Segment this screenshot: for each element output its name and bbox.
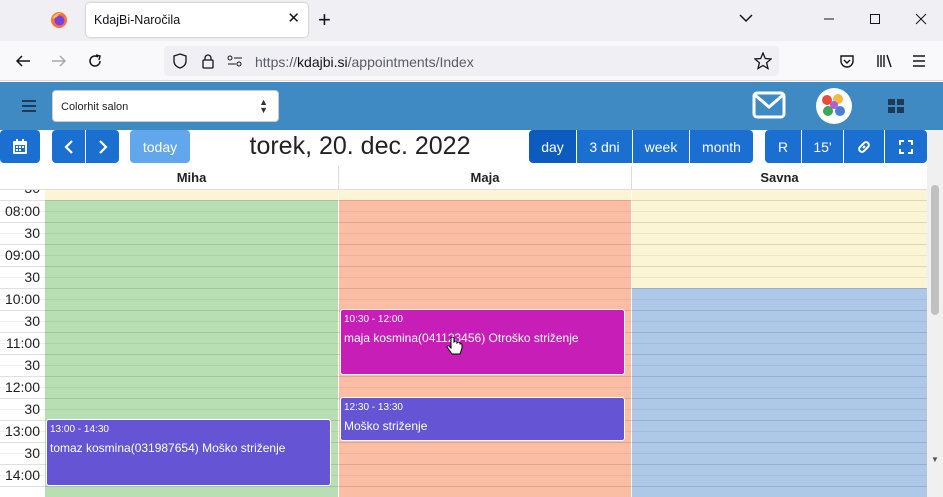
time-label: 11:00 xyxy=(6,335,40,351)
grid-slot-line xyxy=(0,299,927,300)
app-header: Colorhit salon ▲ ▼ xyxy=(0,82,943,130)
time-label: 12:00 xyxy=(4,379,40,395)
time-label: 30 xyxy=(0,190,40,196)
time-label: 30 xyxy=(24,269,40,285)
tab-title: KdajBi-Naročila xyxy=(94,13,181,27)
scroll-down-icon[interactable]: ▼ xyxy=(931,455,939,464)
permissions-icon[interactable] xyxy=(226,53,244,74)
time-label: 14:00 xyxy=(4,467,40,483)
new-tab-icon[interactable]: + xyxy=(318,7,331,33)
url-bar[interactable]: https://kdajbi.si/appointments/Index xyxy=(164,46,779,76)
close-window-icon[interactable] xyxy=(910,8,932,30)
time-label: 08:00 xyxy=(4,203,40,219)
time-label: 30 xyxy=(24,357,40,373)
column-miha-offhours xyxy=(45,190,338,200)
time-label: 30 xyxy=(24,225,40,241)
reload-icon[interactable] xyxy=(84,50,106,72)
appointment-event[interactable]: 10:30 - 12:00 maja kosmina(041123456) Ot… xyxy=(340,309,625,375)
column-header-maja: Maja xyxy=(470,170,500,185)
grid-slot-line xyxy=(0,277,927,278)
grid-slot-line xyxy=(0,376,927,377)
browser-nav-bar: https://kdajbi.si/appointments/Index xyxy=(0,41,943,81)
time-label: 30 xyxy=(24,313,40,329)
slot-duration-button[interactable]: 15' xyxy=(802,130,843,163)
forward-icon[interactable] xyxy=(48,50,70,72)
time-label: 13:00 xyxy=(4,423,40,439)
grid-slot-line xyxy=(0,222,927,223)
chevron-down-icon[interactable] xyxy=(738,10,754,26)
event-title: tomaz kosmina(031987654) Moško striženje xyxy=(50,441,286,455)
r-button[interactable]: R xyxy=(765,130,801,163)
event-time: 10:30 - 12:00 xyxy=(344,314,403,325)
column-header-miha: Miha xyxy=(176,170,207,185)
select-caret-icon: ▲ ▼ xyxy=(259,97,268,115)
resource-headers: Miha Maja Savna xyxy=(0,166,927,190)
time-label: 30 xyxy=(24,401,40,417)
grid-slot-line xyxy=(0,288,927,289)
scrollbar-thumb[interactable] xyxy=(931,185,939,315)
view-day-button[interactable]: day xyxy=(529,130,576,163)
shield-icon[interactable] xyxy=(172,53,188,74)
time-label: 10:00 xyxy=(4,291,40,307)
grid-slot-line xyxy=(0,255,927,256)
time-label: 09:00 xyxy=(4,247,40,263)
grid-slot-line xyxy=(0,211,927,212)
view-week-button[interactable]: week xyxy=(633,130,689,163)
lock-icon[interactable] xyxy=(200,53,216,74)
calendar-title: torek, 20. dec. 2022 xyxy=(249,132,471,160)
grid-slot-line xyxy=(0,387,927,388)
hamburger-menu-icon[interactable] xyxy=(908,50,930,72)
appointment-event[interactable]: 12:30 - 13:30 Moško striženje xyxy=(340,397,625,441)
library-icon[interactable] xyxy=(873,50,895,72)
column-maja-offhours xyxy=(339,190,631,200)
calendar-toolbar: today torek, 20. dec. 2022 day 3 dni wee… xyxy=(0,130,943,166)
event-title: Moško striženje xyxy=(344,419,428,433)
grid-slot-line xyxy=(0,200,927,201)
link-button[interactable] xyxy=(844,130,884,163)
event-time: 13:00 - 14:30 xyxy=(50,424,109,435)
app-logo[interactable] xyxy=(816,88,852,124)
savna-busy-block[interactable] xyxy=(632,288,927,497)
pocket-icon[interactable] xyxy=(836,50,858,72)
grid-slot-line xyxy=(0,233,927,234)
browser-tab-bar: KdajBi-Naročila ✕ + xyxy=(0,0,943,41)
browser-tab[interactable]: KdajBi-Naročila ✕ xyxy=(86,3,308,37)
appointment-event[interactable]: 13:00 - 14:30 tomaz kosmina(031987654) M… xyxy=(46,419,331,486)
grid-icon[interactable] xyxy=(888,99,904,118)
grid-slot-line xyxy=(0,266,927,267)
calendar-button[interactable] xyxy=(0,130,40,163)
time-grid: 30 08:00 30 09:00 30 10:00 30 11:00 30 12:00 30 13:… xyxy=(0,190,927,497)
scrollbar[interactable]: ▼ xyxy=(927,130,943,497)
menu-icon[interactable] xyxy=(20,97,38,115)
fullscreen-button[interactable] xyxy=(885,130,927,163)
bookmark-star-icon[interactable] xyxy=(753,51,773,75)
view-month-button[interactable]: month xyxy=(690,130,753,163)
hand-cursor-icon xyxy=(446,337,463,355)
minimize-icon[interactable] xyxy=(818,8,840,30)
chevron-left-icon xyxy=(63,139,73,154)
today-button[interactable]: today xyxy=(130,130,190,163)
grid-slot-line xyxy=(0,244,927,245)
expand-icon xyxy=(899,139,913,154)
next-button[interactable] xyxy=(86,130,119,163)
column-header-savna: Savna xyxy=(760,170,799,185)
url-text[interactable]: https://kdajbi.si/appointments/Index xyxy=(255,54,474,70)
back-icon[interactable] xyxy=(12,50,34,72)
firefox-icon[interactable] xyxy=(50,11,68,29)
prev-button[interactable] xyxy=(52,130,85,163)
mail-icon[interactable] xyxy=(752,91,786,124)
maximize-icon[interactable] xyxy=(864,8,886,30)
chevron-right-icon xyxy=(98,139,108,154)
salon-select[interactable]: Colorhit salon ▲ ▼ xyxy=(52,90,279,122)
calendar-icon xyxy=(13,139,27,154)
grid-slot-line xyxy=(0,486,927,487)
event-time: 12:30 - 13:30 xyxy=(344,402,403,413)
view-3-days-button[interactable]: 3 dni xyxy=(577,130,632,163)
link-icon xyxy=(858,140,870,153)
time-label: 30 xyxy=(24,445,40,461)
close-tab-icon[interactable]: ✕ xyxy=(287,9,300,27)
salon-select-value: Colorhit salon xyxy=(61,101,129,113)
